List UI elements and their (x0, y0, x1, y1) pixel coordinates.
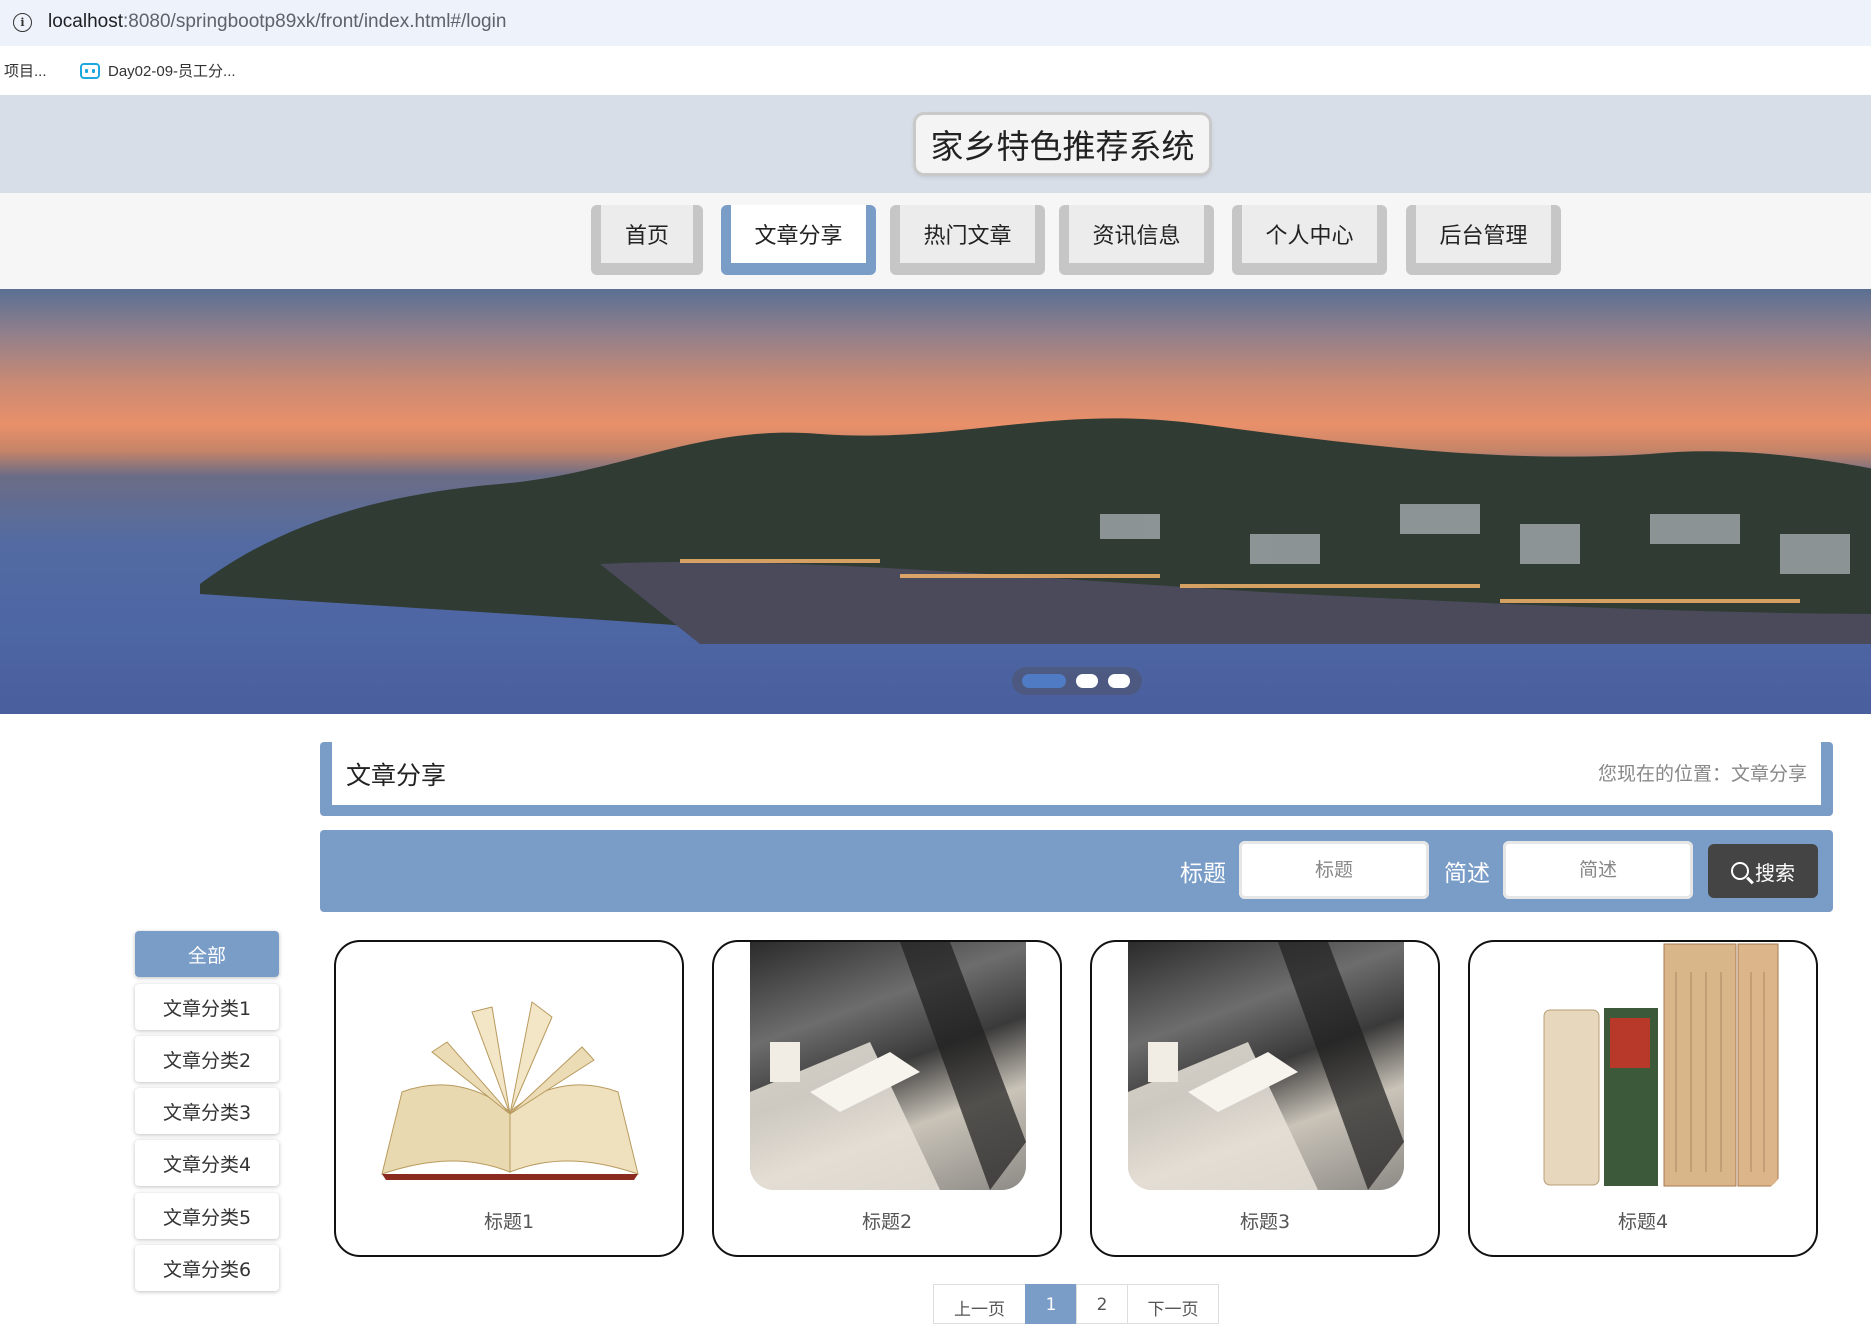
nav-item-admin[interactable]: 后台管理 (1406, 205, 1561, 275)
bilibili-icon (80, 62, 100, 79)
bookmarks-bar: 项目... Day02-09-员工分... (0, 46, 1871, 95)
bookmark-item[interactable]: Day02-09-员工分... (80, 60, 236, 81)
category-item[interactable]: 文章分类3 (135, 1088, 279, 1134)
category-all[interactable]: 全部 (135, 931, 279, 977)
current-location: 您现在的位置：文章分享 (1597, 763, 1807, 785)
nav-item-article-share[interactable]: 文章分享 (721, 205, 876, 275)
article-card[interactable]: 标题3 (1090, 940, 1440, 1257)
carousel-dot[interactable] (1108, 674, 1130, 688)
category-item[interactable]: 文章分类5 (135, 1193, 279, 1239)
museum-display-image (1128, 942, 1404, 1190)
banner-carousel[interactable] (0, 289, 1871, 714)
nav-item-user-center[interactable]: 个人中心 (1232, 205, 1387, 275)
browser-url-bar[interactable]: i localhost:8080/springbootp89xk/front/i… (0, 0, 1871, 46)
article-title: 标题3 (1239, 1211, 1291, 1233)
category-item[interactable]: 文章分类4 (135, 1140, 279, 1186)
nav-item-news[interactable]: 资讯信息 (1059, 205, 1214, 275)
old-books-image (1506, 942, 1782, 1190)
breadcrumb: 文章分享 您现在的位置：文章分享 (320, 742, 1833, 816)
article-card[interactable]: 标题2 (712, 940, 1062, 1257)
page-button[interactable]: 2 (1076, 1284, 1128, 1324)
search-icon (1731, 862, 1749, 880)
coastal-town-image (200, 418, 1871, 644)
title-label: 标题 (1180, 861, 1226, 887)
next-page-button[interactable]: 下一页 (1127, 1284, 1219, 1324)
category-item[interactable]: 文章分类2 (135, 1036, 279, 1082)
page-button[interactable]: 1 (1025, 1284, 1077, 1324)
prev-page-button[interactable]: 上一页 (933, 1284, 1026, 1324)
main-nav: 首页 文章分享 热门文章 资讯信息 个人中心 后台管理 (0, 193, 1871, 289)
carousel-dot[interactable] (1076, 674, 1098, 688)
open-book-image (372, 942, 648, 1190)
article-title: 标题4 (1617, 1211, 1669, 1233)
title-search-input[interactable] (1239, 841, 1429, 899)
site-info-icon[interactable]: i (13, 13, 32, 32)
carousel-indicators (1012, 667, 1142, 695)
carousel-dot[interactable] (1022, 674, 1066, 688)
site-title: 家乡特色推荐系统 (916, 115, 1209, 173)
desc-label: 简述 (1444, 861, 1490, 887)
desc-search-input[interactable] (1503, 841, 1693, 899)
nav-item-hot-articles[interactable]: 热门文章 (890, 205, 1045, 275)
article-card[interactable]: 标题4 (1468, 940, 1818, 1257)
article-card[interactable]: 标题1 (334, 940, 684, 1257)
nav-item-home[interactable]: 首页 (591, 205, 703, 275)
search-bar: 标题 简述 搜索 (320, 830, 1833, 912)
site-header: 家乡特色推荐系统 (0, 95, 1871, 193)
category-item[interactable]: 文章分类1 (135, 984, 279, 1030)
url-text[interactable]: localhost:8080/springbootp89xk/front/ind… (48, 11, 506, 33)
museum-display-image (750, 942, 1026, 1190)
article-title: 标题2 (861, 1211, 913, 1233)
article-title: 标题1 (483, 1211, 535, 1233)
page-title: 文章分享 (346, 761, 447, 790)
category-item[interactable]: 文章分类6 (135, 1245, 279, 1291)
search-button[interactable]: 搜索 (1708, 844, 1818, 898)
bookmark-item[interactable]: 项目... (4, 60, 47, 81)
